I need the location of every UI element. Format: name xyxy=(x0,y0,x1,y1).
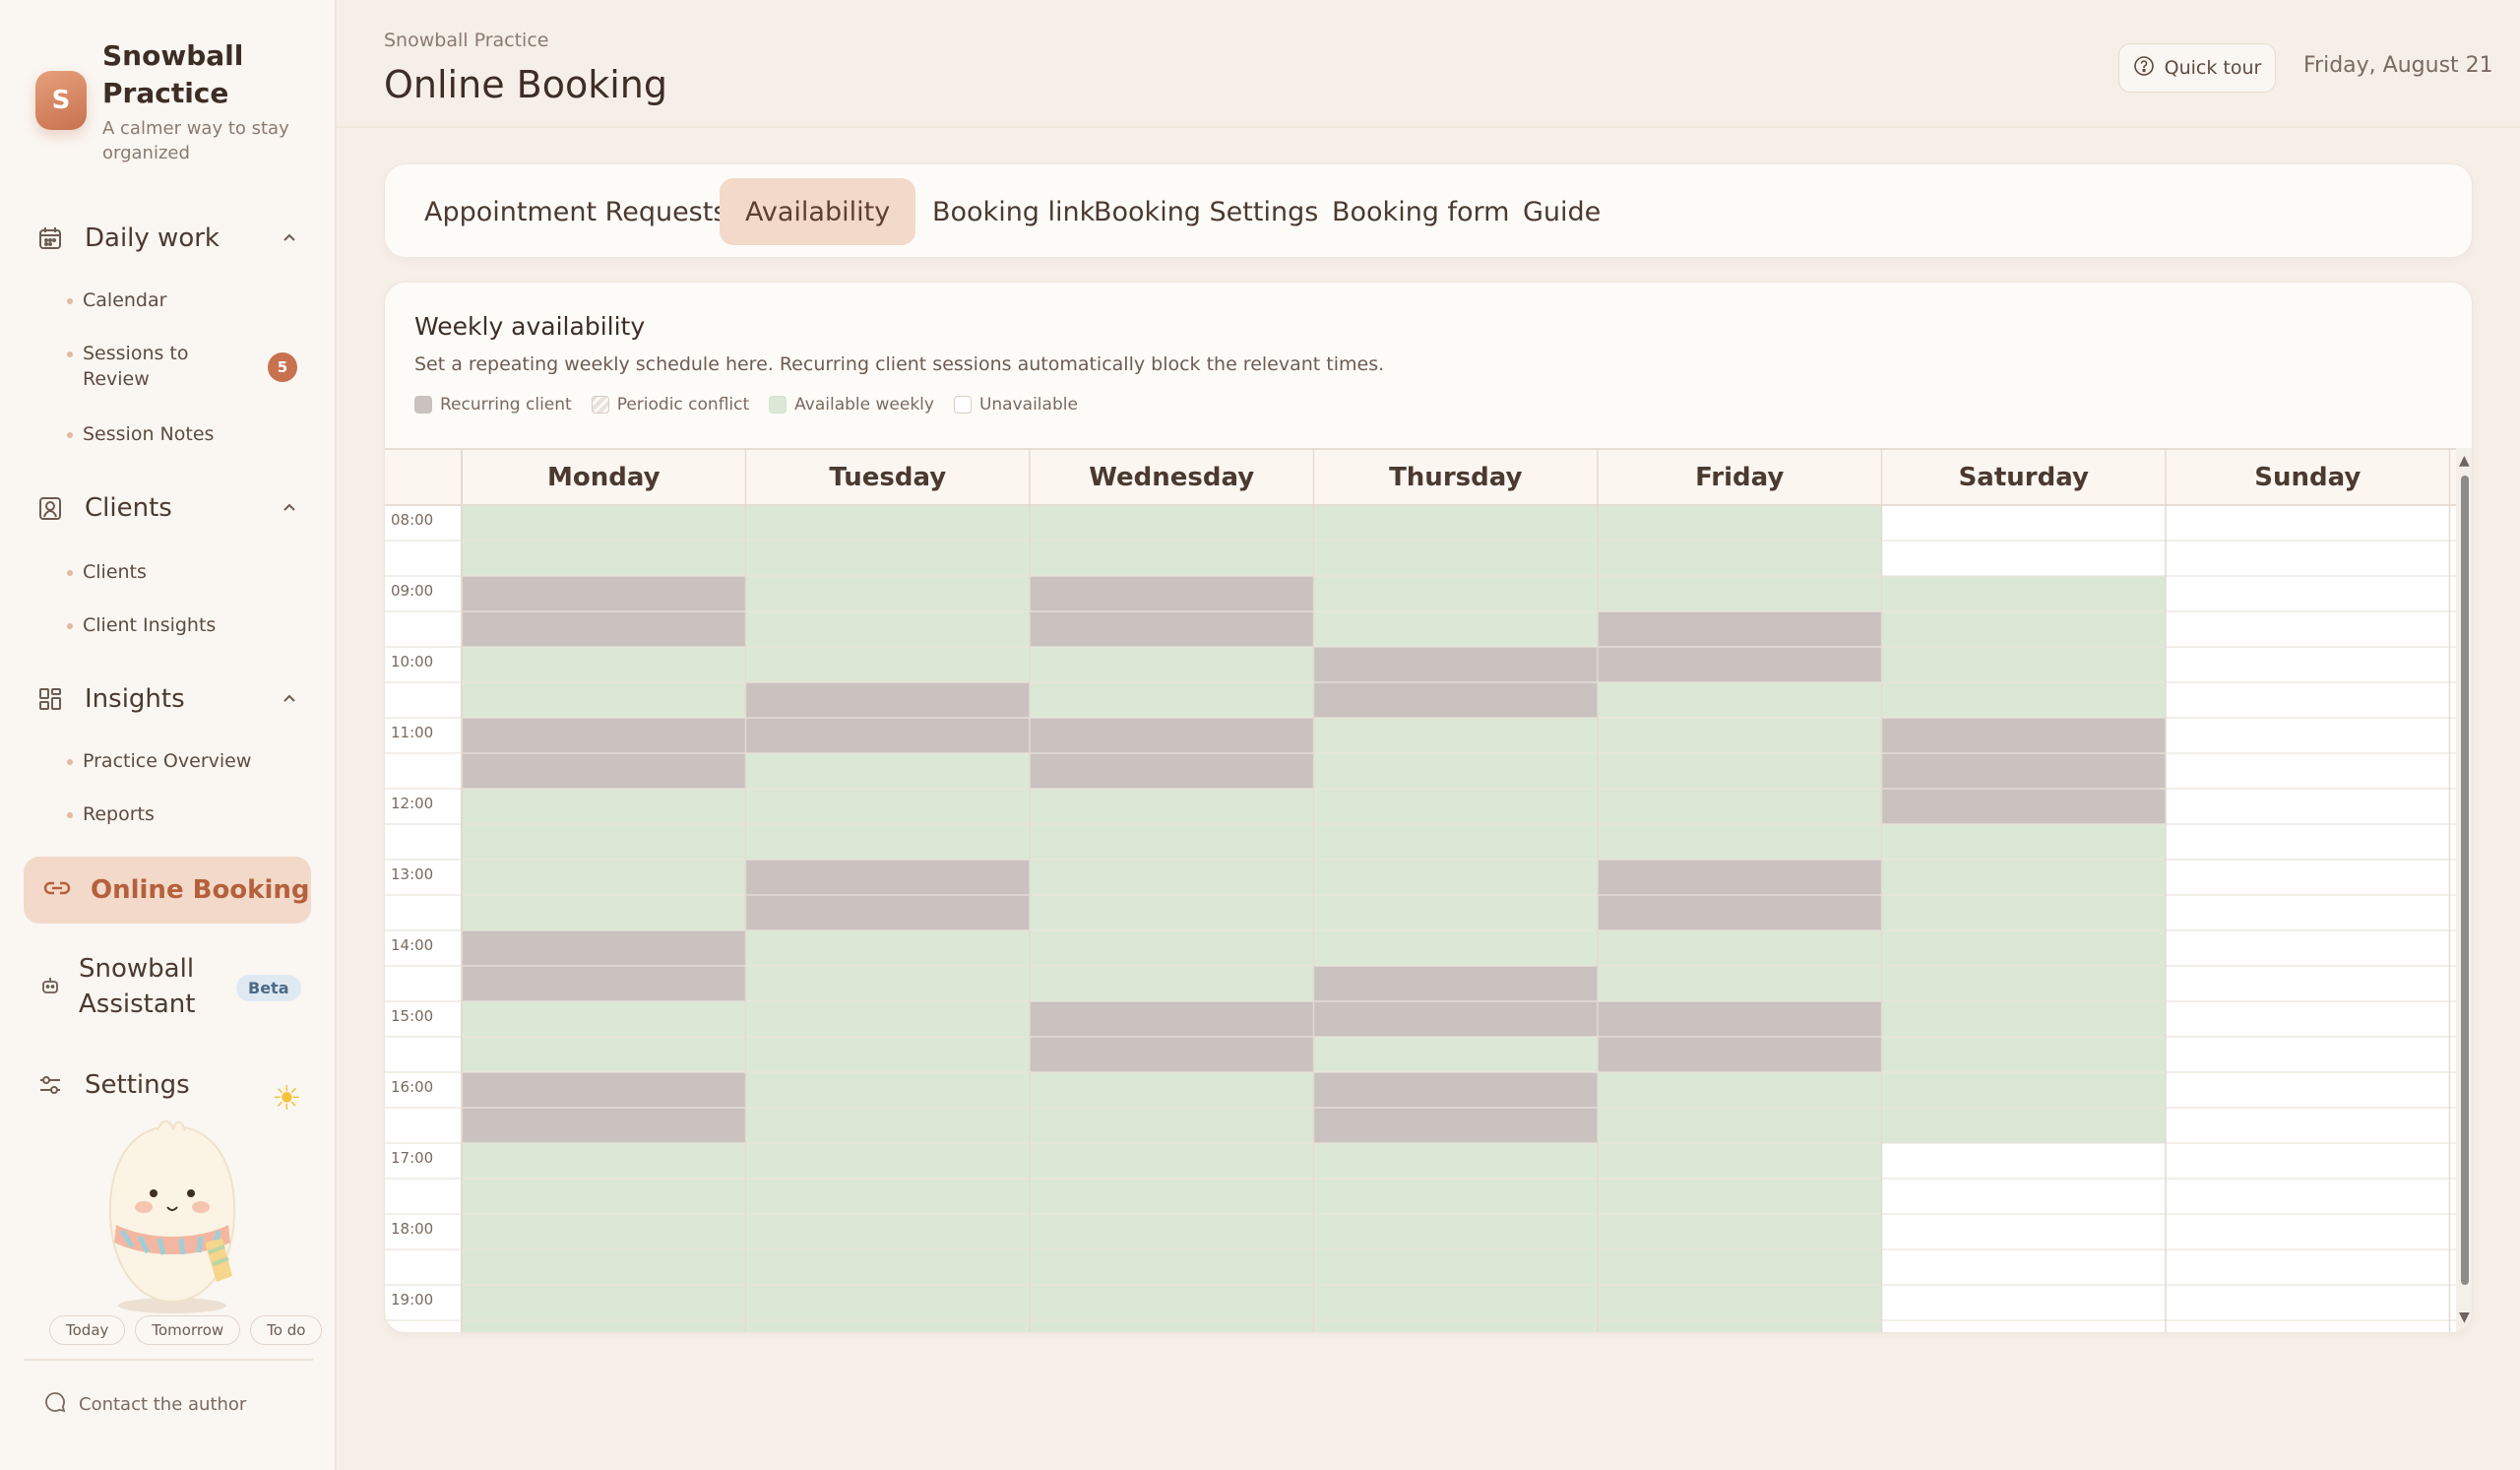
recurring-session-block xyxy=(1881,718,2166,824)
chevron-up-icon[interactable] xyxy=(278,496,301,520)
legend-swatch xyxy=(591,396,609,414)
chevron-up-icon[interactable] xyxy=(278,687,301,711)
beta-badge: Beta xyxy=(236,975,301,1001)
nav-section-label: Daily work xyxy=(85,224,220,253)
hour-label: 09:00 xyxy=(391,582,433,600)
sidebar-item-calendar[interactable]: Calendar xyxy=(67,288,309,313)
available-block xyxy=(1313,505,1598,1332)
grid-scrollbar[interactable]: ▲ ▼ xyxy=(2456,448,2472,1332)
legend-label: Periodic conflict xyxy=(616,395,750,415)
contact-author-link[interactable]: Contact the author xyxy=(43,1390,246,1419)
chevron-up-icon[interactable] xyxy=(278,226,301,250)
brand-avatar: S xyxy=(35,71,87,130)
pill-tomorrow[interactable]: Tomorrow xyxy=(135,1315,241,1345)
snowball-mascot-illustration xyxy=(108,1119,236,1313)
scroll-up-arrow-icon[interactable]: ▲ xyxy=(2459,454,2470,468)
header-divider xyxy=(337,126,2520,128)
sidebar-item-reports[interactable]: Reports xyxy=(67,801,309,827)
quick-tour-button[interactable]: Quick tour xyxy=(2118,43,2276,93)
availability-grid-svg: Monday Tuesday Wednesday Thursday Friday Satu… xyxy=(385,448,2456,1332)
legend-swatch xyxy=(769,396,788,414)
link-icon xyxy=(43,878,71,902)
hour-label: 14:00 xyxy=(391,936,433,954)
sidebar-item-label: Online Booking xyxy=(91,875,310,905)
hour-label: 08:00 xyxy=(391,511,433,529)
legend-periodic: Periodic conflict xyxy=(591,395,750,415)
legend-recurring: Recurring client xyxy=(414,395,572,415)
hour-label: 15:00 xyxy=(391,1007,433,1025)
nav-section-daily-work[interactable]: Daily work xyxy=(35,219,301,258)
tab-appointment-requests[interactable]: Appointment Requests xyxy=(399,178,752,245)
sidebar-item-snowball-assistant[interactable]: Snowball Assistant Beta xyxy=(39,951,305,1030)
dashboard-grid-icon xyxy=(35,684,65,714)
nav-section-label: Insights xyxy=(85,684,185,714)
tab-guide[interactable]: Guide xyxy=(1497,178,1626,245)
legend-label: Recurring client xyxy=(440,395,572,415)
quick-tour-label: Quick tour xyxy=(2164,57,2262,79)
hour-label: 11:00 xyxy=(391,724,433,741)
hour-label: 10:00 xyxy=(391,653,433,671)
booking-tabs: Appointment Requests Availability Bookin… xyxy=(384,163,2473,258)
hour-label: 17:00 xyxy=(391,1149,433,1167)
card-title: Weekly availability xyxy=(414,312,646,341)
legend: Recurring client Periodic conflict Avail… xyxy=(414,395,1078,415)
page-title: Online Booking xyxy=(384,63,667,106)
sliders-icon xyxy=(35,1070,65,1100)
robot-icon xyxy=(39,975,61,1000)
sidebar-item-client-insights[interactable]: Client Insights xyxy=(67,612,309,638)
brand-tagline: A calmer way to stay organized xyxy=(102,118,289,163)
availability-grid: Monday Tuesday Wednesday Thursday Friday Satu… xyxy=(385,448,2456,1332)
legend-available: Available weekly xyxy=(769,395,934,415)
brand-name: Snowball Practice xyxy=(102,39,244,109)
sidebar-item-sessions-to-review[interactable]: Sessions to Review xyxy=(67,341,230,392)
nav-section-insights[interactable]: Insights xyxy=(35,679,301,719)
current-date: Friday, August 21 xyxy=(2303,53,2493,78)
contact-label: Contact the author xyxy=(79,1394,247,1415)
sidebar-divider xyxy=(24,1359,313,1361)
breadcrumb[interactable]: Snowball Practice xyxy=(384,30,548,51)
nav-section-settings[interactable]: Settings xyxy=(35,1065,301,1105)
hour-label: 19:00 xyxy=(391,1291,433,1309)
day-header-wednesday: Wednesday xyxy=(1089,463,1254,492)
sidebar: S Snowball Practice A calmer way to stay… xyxy=(0,0,337,1470)
weekly-availability-card: Weekly availability Set a repeating week… xyxy=(384,282,2473,1333)
legend-unavailable: Unavailable xyxy=(953,395,1078,415)
tab-availability[interactable]: Availability xyxy=(720,178,916,245)
scroll-down-arrow-icon[interactable]: ▼ xyxy=(2459,1310,2470,1324)
scroll-thumb[interactable] xyxy=(2461,476,2469,1285)
review-count-badge: 5 xyxy=(268,352,297,382)
hour-label: 18:00 xyxy=(391,1220,433,1238)
chat-bubble-icon xyxy=(43,1390,67,1419)
sun-icon: ☀ xyxy=(272,1079,302,1118)
nav-section-clients[interactable]: Clients xyxy=(35,488,301,528)
hour-label: 13:00 xyxy=(391,865,433,883)
day-header-tuesday: Tuesday xyxy=(829,463,946,492)
day-header-friday: Friday xyxy=(1695,463,1784,492)
day-header-sunday: Sunday xyxy=(2254,463,2361,492)
pill-to-do[interactable]: To do xyxy=(250,1315,323,1345)
card-subtitle: Set a repeating weekly schedule here. Re… xyxy=(414,353,1385,375)
sidebar-item-practice-overview[interactable]: Practice Overview xyxy=(67,748,309,774)
hour-label: 12:00 xyxy=(391,795,433,812)
sidebar-item-session-notes[interactable]: Session Notes xyxy=(67,421,309,447)
client-badge-icon xyxy=(35,493,65,523)
quick-filter-pills: Today Tomorrow To do xyxy=(49,1315,323,1345)
help-circle-icon xyxy=(2133,55,2155,82)
legend-label: Available weekly xyxy=(794,395,934,415)
tab-booking-settings[interactable]: Booking Settings xyxy=(1068,178,1344,245)
day-header-saturday: Saturday xyxy=(1959,463,2089,492)
legend-swatch xyxy=(414,396,432,414)
hour-label: 16:00 xyxy=(391,1078,433,1096)
day-header-thursday: Thursday xyxy=(1389,463,1522,492)
pill-today[interactable]: Today xyxy=(49,1315,126,1345)
calendar-icon xyxy=(35,224,65,253)
nav-section-label: Settings xyxy=(85,1070,190,1100)
sidebar-item-clients[interactable]: Clients xyxy=(67,559,309,585)
nav-section-label: Clients xyxy=(85,493,172,523)
legend-label: Unavailable xyxy=(978,395,1078,415)
sidebar-item-online-booking[interactable]: Online Booking xyxy=(24,857,311,924)
legend-swatch xyxy=(953,396,972,414)
day-header-monday: Monday xyxy=(547,463,661,492)
sidebar-item-label: Snowball Assistant xyxy=(79,954,196,1019)
